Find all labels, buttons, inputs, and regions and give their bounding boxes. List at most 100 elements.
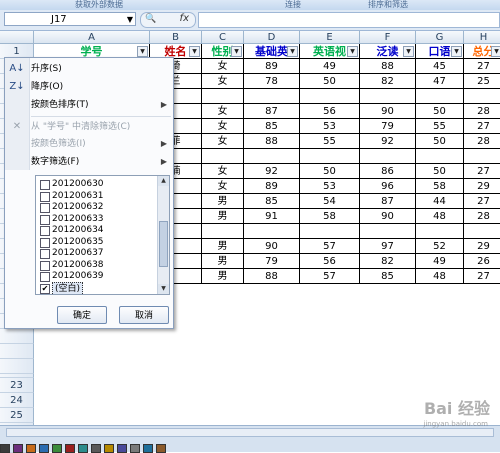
table-cell[interactable]: 58 xyxy=(416,179,464,194)
table-cell[interactable] xyxy=(360,149,416,164)
filter-value-label[interactable]: 201200632 xyxy=(52,201,104,213)
table-cell[interactable]: 78 xyxy=(244,74,300,89)
name-box[interactable]: J17 ▼ xyxy=(4,12,136,26)
filter-value-checkbox[interactable] xyxy=(40,237,50,248)
table-cell[interactable]: 88 xyxy=(244,134,300,149)
table-cell[interactable]: 27 xyxy=(464,59,500,74)
table-cell[interactable]: 97 xyxy=(360,239,416,254)
column-header[interactable]: E xyxy=(300,31,360,44)
column-header[interactable]: A xyxy=(34,31,150,44)
table-cell[interactable]: 27 xyxy=(464,164,500,179)
row-header[interactable]: 24 xyxy=(0,393,34,408)
sort-descending-item[interactable]: 降序(O) xyxy=(31,79,171,95)
column-header[interactable]: C xyxy=(202,31,244,44)
row-header[interactable]: 23 xyxy=(0,378,34,393)
table-cell[interactable]: 85 xyxy=(244,119,300,134)
table-cell[interactable]: 53 xyxy=(300,119,360,134)
header-cell[interactable]: 基础英 ▼ xyxy=(244,44,300,59)
table-cell[interactable] xyxy=(202,89,244,104)
table-cell[interactable] xyxy=(244,224,300,239)
table-cell[interactable]: 47 xyxy=(416,74,464,89)
table-cell[interactable]: 53 xyxy=(300,179,360,194)
table-cell[interactable] xyxy=(244,149,300,164)
color-swatch[interactable] xyxy=(156,444,166,453)
table-cell[interactable]: 女 xyxy=(202,134,244,149)
table-cell[interactable]: 85 xyxy=(244,194,300,209)
table-cell[interactable]: 49 xyxy=(416,254,464,269)
filter-value-label[interactable]: 201200633 xyxy=(52,213,104,225)
color-swatch[interactable] xyxy=(52,444,62,453)
table-cell[interactable]: 56 xyxy=(300,104,360,119)
color-swatch[interactable] xyxy=(130,444,140,453)
column-header[interactable]: D xyxy=(244,31,300,44)
scroll-thumb[interactable] xyxy=(159,221,168,267)
table-cell[interactable]: 男 xyxy=(202,209,244,224)
color-swatch[interactable] xyxy=(117,444,127,453)
table-cell[interactable]: 50 xyxy=(416,164,464,179)
filter-dropdown-icon[interactable]: ▼ xyxy=(137,46,148,57)
column-header[interactable]: B xyxy=(150,31,202,44)
ok-button[interactable]: 确定 xyxy=(57,306,107,324)
table-cell[interactable]: 82 xyxy=(360,254,416,269)
filter-value-checkbox[interactable] xyxy=(40,180,50,190)
formula-input[interactable] xyxy=(198,12,500,28)
header-cell[interactable]: 英语视 ▼ xyxy=(300,44,360,59)
filter-dropdown-icon[interactable]: ▼ xyxy=(347,46,358,57)
header-cell[interactable]: 泛读 ▼ xyxy=(360,44,416,59)
table-cell[interactable]: 57 xyxy=(300,269,360,284)
table-cell[interactable]: 90 xyxy=(244,239,300,254)
horizontal-scrollbar[interactable] xyxy=(6,428,494,437)
table-cell[interactable] xyxy=(300,224,360,239)
table-cell[interactable]: 49 xyxy=(300,59,360,74)
scroll-up-icon[interactable]: ▲ xyxy=(158,176,169,186)
table-cell[interactable]: 92 xyxy=(244,164,300,179)
table-cell[interactable]: 88 xyxy=(244,269,300,284)
table-cell[interactable] xyxy=(464,149,500,164)
filter-value-checkbox[interactable] xyxy=(40,260,50,271)
table-cell[interactable]: 男 xyxy=(202,194,244,209)
table-cell[interactable]: 85 xyxy=(360,269,416,284)
color-swatch[interactable] xyxy=(104,444,114,453)
filter-dropdown-icon[interactable]: ▼ xyxy=(189,46,200,57)
table-cell[interactable]: 54 xyxy=(300,194,360,209)
color-swatch[interactable] xyxy=(39,444,49,453)
table-cell[interactable]: 28 xyxy=(464,209,500,224)
number-filter-item[interactable]: 数字筛选(F) ▶ xyxy=(31,154,171,170)
table-cell[interactable]: 48 xyxy=(416,209,464,224)
table-cell[interactable]: 82 xyxy=(360,74,416,89)
insert-function-icon[interactable]: fx xyxy=(180,13,189,24)
table-cell[interactable]: 86 xyxy=(360,164,416,179)
table-cell[interactable] xyxy=(300,149,360,164)
table-cell[interactable]: 89 xyxy=(244,179,300,194)
filter-dropdown-icon[interactable]: ▼ xyxy=(491,46,500,57)
ribbon-group-external-data[interactable]: 获取外部数据 xyxy=(75,0,123,10)
table-cell[interactable]: 25 xyxy=(464,74,500,89)
table-cell[interactable] xyxy=(360,89,416,104)
table-cell[interactable]: 50 xyxy=(416,104,464,119)
filter-value-label[interactable]: 201200630 xyxy=(52,178,104,190)
table-cell[interactable] xyxy=(416,149,464,164)
table-cell[interactable]: 女 xyxy=(202,74,244,89)
table-cell[interactable]: 55 xyxy=(416,119,464,134)
table-cell[interactable]: 57 xyxy=(300,239,360,254)
color-swatch[interactable] xyxy=(78,444,88,453)
header-cell[interactable]: 总分 ▼ xyxy=(464,44,500,59)
table-cell[interactable]: 女 xyxy=(202,119,244,134)
sort-by-color-item[interactable]: 按颜色排序(T) ▶ xyxy=(31,97,171,113)
table-cell[interactable]: 28 xyxy=(464,134,500,149)
filter-value-label[interactable]: 201200634 xyxy=(52,224,104,236)
color-swatch[interactable] xyxy=(143,444,153,453)
filter-value-label[interactable]: (空白) xyxy=(52,281,84,294)
table-cell[interactable]: 50 xyxy=(300,74,360,89)
color-swatch[interactable] xyxy=(13,444,23,453)
table-cell[interactable] xyxy=(300,89,360,104)
table-cell[interactable]: 女 xyxy=(202,59,244,74)
table-cell[interactable] xyxy=(464,89,500,104)
table-cell[interactable]: 男 xyxy=(202,254,244,269)
table-cell[interactable]: 男 xyxy=(202,239,244,254)
table-cell[interactable]: 27 xyxy=(464,194,500,209)
filter-value-checkbox[interactable] xyxy=(40,191,50,202)
table-cell[interactable]: 29 xyxy=(464,179,500,194)
filter-value-checkbox[interactable] xyxy=(40,272,50,282)
table-cell[interactable] xyxy=(360,224,416,239)
